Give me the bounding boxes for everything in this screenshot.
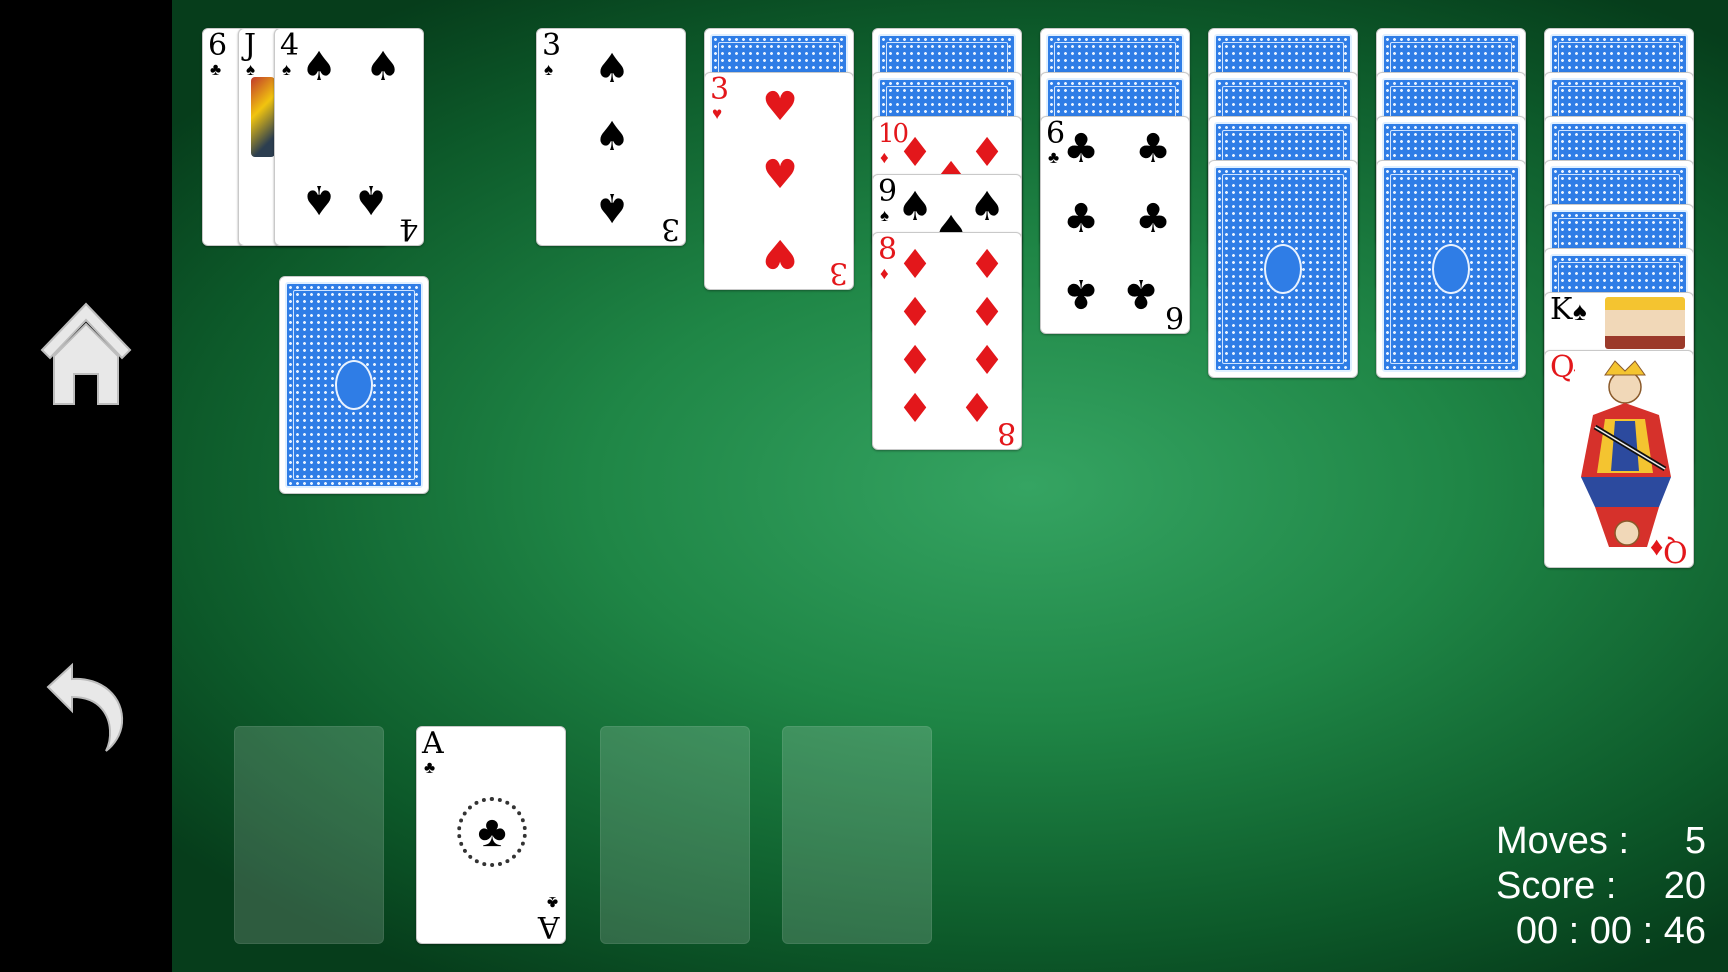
moves-label: Moves : [1496,820,1630,862]
timer-value: 00 : 00 : 46 [1515,910,1706,952]
spade-pip: ♠ [594,46,630,92]
score-label: Score : [1496,865,1617,907]
card-suit: ♠ [282,60,292,79]
club-pip: ♣ [1123,270,1159,316]
card-suit: ♣ [210,60,222,79]
undo-icon [46,662,124,752]
card-back-pattern [285,282,423,488]
card-rank: J [244,28,256,63]
undo-button[interactable] [36,650,136,760]
heart-pip: ♥ [762,84,798,130]
foundation-slot-1[interactable] [234,726,384,944]
spade-pip: ♠ [301,176,337,222]
timer-row: 00 : 00 : 46 [1496,909,1706,954]
spade-pip: ♠ [594,114,630,160]
diamond-pip: ♦ [897,386,933,432]
moves-value: 5 [1684,820,1706,862]
diamond-pip: ♦ [969,130,1005,176]
heart-pip: ♥ [762,230,798,276]
card-suit: ♣ [424,758,436,777]
tableau-card[interactable]: 8 ♦ ♦ ♦ ♦ ♦ ♦ ♦ ♦ ♦ 8 [872,232,1022,450]
card-suit: ♦ [880,148,889,167]
card-rank: 6 [208,28,227,63]
king-face-art [1605,297,1685,349]
waste-top-card[interactable]: 4 ♠ ♠ ♠ ♠ ♠ 4 [274,28,424,246]
club-pip: ♣ [1063,270,1099,316]
club-pip: ♣ [1063,196,1099,242]
card-back-pattern [1382,166,1520,372]
card-suit-bottom: ♣ [546,893,558,912]
card-rank: 3 [542,28,561,63]
card-suit: ♦ [880,264,889,283]
tableau-card[interactable]: 3 ♥ ♥ ♥ ♥ 3 [704,72,854,290]
tableau-card[interactable]: 6 ♣ ♣ ♣ ♣ ♣ ♣ ♣ 6 [1040,116,1190,334]
tableau-card[interactable]: 3 ♠ ♠ ♠ ♠ 3 [536,28,686,246]
stock-pile[interactable] [279,276,429,494]
foundation-slot-4[interactable] [782,726,932,944]
card-suit-bottom: ♦ [1649,534,1663,564]
jack-face-art [251,77,275,157]
card-suit: ♠ [544,60,554,79]
spade-pip: ♠ [969,184,1005,230]
card-rank-bottom: Q [1665,533,1688,568]
tableau-facedown-card[interactable] [1376,160,1526,378]
queen-face-art [1575,357,1687,561]
card-rank-bottom: 8 [998,415,1016,450]
card-rank-bottom: 3 [662,211,680,246]
queen-illustration [1575,357,1687,561]
card-rank-bottom: A [540,909,560,944]
diamond-pip: ♦ [897,242,933,288]
foundation-slot-2[interactable]: A ♣ ♣ A ♣ [416,726,566,944]
spade-pip: ♠ [897,184,933,230]
diamond-pip: ♦ [897,338,933,384]
sidebar [0,0,172,972]
moves-row: Moves : 5 [1496,819,1706,864]
card-rank: Q [1550,350,1575,385]
card-suit: ♠ [1573,296,1587,326]
game-stats: Moves : 5 Score : 20 00 : 00 : 46 [1496,819,1706,954]
diamond-pip: ♦ [969,338,1005,384]
spade-pip: ♠ [365,44,401,90]
card-rank-bottom: 6 [1166,299,1184,334]
diamond-pip: ♦ [969,242,1005,288]
score-row: Score : 20 [1496,864,1706,909]
card-rank-bottom: 3 [830,255,848,290]
diamond-pip: ♦ [897,130,933,176]
card-rank: 4 [280,28,299,63]
card-rank: 8 [878,232,897,267]
club-pip: ♣ [1063,126,1099,172]
diamond-pip: ♦ [959,386,995,432]
tableau-card[interactable]: Q ♦ Q ♦ [1544,350,1694,568]
club-pip: ♣ [1135,196,1171,242]
foundation-slot-3[interactable] [600,726,750,944]
spade-pip: ♠ [353,176,389,222]
diamond-pip: ♦ [969,290,1005,336]
spade-pip: ♠ [594,184,630,230]
score-value: 20 [1663,865,1706,907]
home-icon [40,302,132,405]
card-rank: A [422,726,444,761]
heart-pip: ♥ [762,152,798,198]
tableau-facedown-card[interactable] [1208,160,1358,378]
card-suit: ♥ [712,104,723,123]
card-back-pattern [1214,166,1352,372]
card-rank: 9 [878,174,897,209]
diamond-pip: ♦ [897,290,933,336]
home-button[interactable] [36,300,136,410]
card-rank: K [1550,292,1572,327]
club-pip: ♣ [1135,126,1171,172]
game-table: 6 ♣ J ♠ 4 ♠ ♠ ♠ ♠ ♠ 4 3 ♠ ♠ ♠ ♠ 3 3 ♥ ♥ … [172,0,1728,972]
ace-wreath-icon: ♣ [457,797,527,867]
spade-pip: ♠ [301,44,337,90]
card-suit: ♠ [880,206,890,225]
card-suit: ♠ [246,60,256,79]
club-pip: ♣ [477,807,507,856]
card-rank-bottom: 4 [400,211,418,246]
card-suit: ♣ [1048,148,1060,167]
card-rank: 3 [710,72,729,107]
